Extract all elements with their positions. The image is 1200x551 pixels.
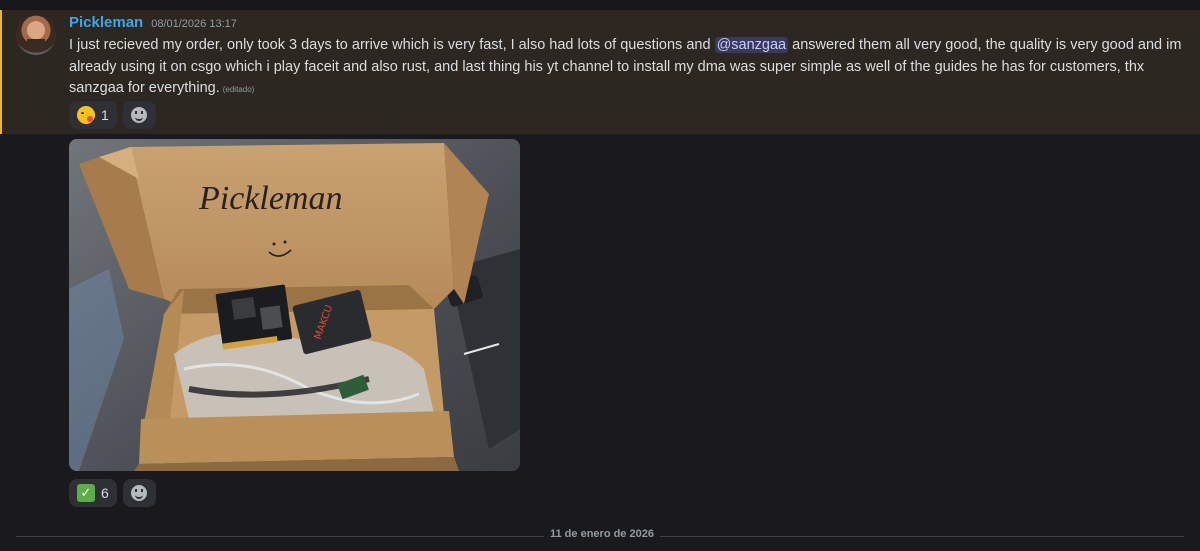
avatar[interactable] [16, 15, 56, 55]
add-reaction-button[interactable] [122, 101, 156, 129]
timestamp[interactable]: 08/01/2026 13:17 [151, 18, 237, 30]
message-header: Pickleman 08/01/2026 13:17 [69, 14, 237, 32]
message-content: I just recieved my order, only took 3 da… [69, 35, 1184, 101]
user-mention[interactable]: @sanzgaa [714, 37, 789, 53]
edited-label: (editado) [222, 85, 255, 94]
add-reaction-button[interactable] [122, 479, 156, 507]
top-strip [0, 0, 1200, 10]
attachment-reactions: ✓ 6 [69, 479, 156, 507]
reaction-count: 6 [101, 485, 109, 501]
reaction-count: 1 [101, 107, 109, 123]
reaction-yum[interactable]: 1 [69, 101, 117, 129]
username[interactable]: Pickleman [69, 14, 143, 31]
add-reaction-icon [131, 485, 148, 501]
message-reactions: 1 [69, 101, 156, 129]
image-attachment[interactable]: Pickleman MAKCU [69, 139, 520, 471]
date-divider: 11 de enero de 2026 [544, 528, 660, 540]
add-reaction-icon [131, 107, 148, 123]
check-mark-icon: ✓ [77, 484, 95, 502]
box-photo: Pickleman MAKCU [69, 139, 520, 471]
yum-face-icon [77, 106, 95, 124]
reaction-check[interactable]: ✓ 6 [69, 479, 117, 507]
message-text-part1: I just recieved my order, only took 3 da… [69, 37, 715, 53]
box-handwriting: Pickleman [198, 180, 343, 217]
avatar-beard [27, 39, 45, 51]
